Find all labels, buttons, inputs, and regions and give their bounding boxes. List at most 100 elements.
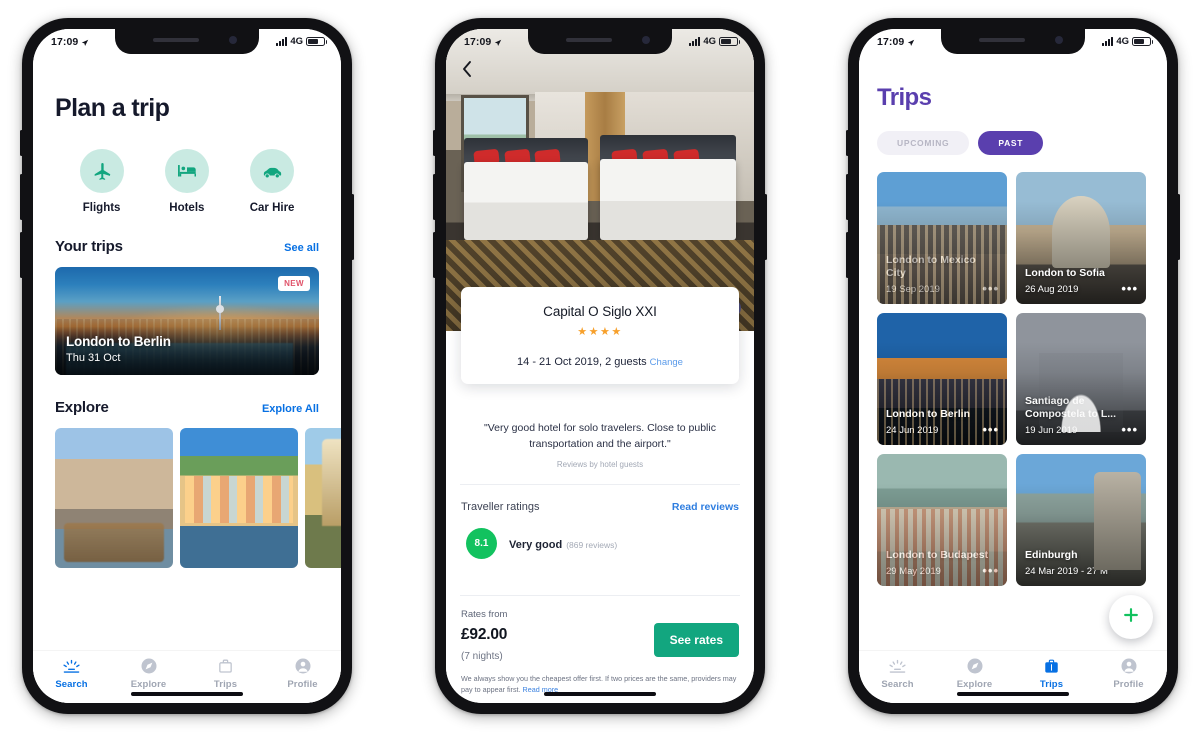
more-options-icon[interactable]: ••• xyxy=(982,282,999,295)
more-options-icon[interactable]: ••• xyxy=(1121,282,1138,295)
your-trips-header: Your trips See all xyxy=(55,238,319,255)
mute-switch[interactable] xyxy=(20,130,23,156)
ratings-title: Traveller ratings xyxy=(461,501,540,513)
tab-explore[interactable]: Explore xyxy=(110,657,187,690)
tab-search[interactable]: Search xyxy=(33,657,110,690)
explore-card[interactable] xyxy=(180,428,298,568)
phone-2-frame: 1/129 17:09 4G xyxy=(433,18,767,714)
quick-action-flights[interactable]: Flights xyxy=(59,149,144,214)
tab-profile[interactable]: Profile xyxy=(1090,657,1167,690)
section-title: Your trips xyxy=(55,238,123,255)
volume-up-button[interactable] xyxy=(20,174,23,220)
card-gradient-overlay xyxy=(877,454,1007,586)
tab-label: Trips xyxy=(213,679,238,690)
person-icon xyxy=(1120,657,1138,675)
page-title: Trips xyxy=(877,84,932,111)
phone-3-frame: 17:09 4G Trips UPCOMING PAST London to M… xyxy=(846,18,1180,714)
trip-date: Thu 31 Oct xyxy=(66,352,121,364)
phone-3-screen: 17:09 4G Trips UPCOMING PAST London to M… xyxy=(859,29,1167,703)
front-camera xyxy=(1055,36,1063,44)
rating-score-badge: 8.1 xyxy=(466,528,497,559)
signal-icon xyxy=(276,37,288,46)
change-link[interactable]: Change xyxy=(650,357,683,368)
card-gradient-overlay xyxy=(877,313,1007,445)
tab-trips[interactable]: Trips xyxy=(187,657,264,690)
trip-hero-card[interactable]: NEW London to Berlin Thu 31 Oct xyxy=(55,267,319,375)
quick-action-car-hire[interactable]: Car Hire xyxy=(229,149,314,214)
volume-up-button[interactable] xyxy=(433,174,436,220)
home-indicator[interactable] xyxy=(544,692,656,696)
home-indicator[interactable] xyxy=(957,692,1069,696)
volume-down-button[interactable] xyxy=(846,232,849,278)
see-rates-button[interactable]: See rates xyxy=(653,623,739,657)
explore-card[interactable] xyxy=(305,428,341,568)
tab-label: Explore xyxy=(956,679,993,690)
compass-icon xyxy=(140,657,158,675)
power-button[interactable] xyxy=(1177,194,1180,260)
sun-search-icon xyxy=(62,657,81,675)
segment-past[interactable]: PAST xyxy=(978,131,1044,155)
tab-trips[interactable]: Trips xyxy=(1013,657,1090,690)
divider xyxy=(460,595,740,596)
earpiece-speaker xyxy=(566,38,612,42)
trip-name: London to Mexico City xyxy=(886,253,976,279)
hotel-photo[interactable]: 1/129 xyxy=(446,29,754,331)
segment-upcoming[interactable]: UPCOMING xyxy=(877,131,970,155)
front-camera xyxy=(229,36,237,44)
battery-icon xyxy=(1132,36,1154,47)
add-trip-button[interactable] xyxy=(1109,595,1153,639)
notch xyxy=(941,29,1085,54)
rates-section: Rates from £92.00 (7 nights) See rates W… xyxy=(461,609,739,695)
trip-card[interactable]: London to Budapest 29 May 2019 ••• xyxy=(877,454,1007,586)
person-icon xyxy=(294,657,312,675)
see-all-link[interactable]: See all xyxy=(284,242,319,254)
battery-icon xyxy=(306,36,328,47)
home-indicator[interactable] xyxy=(131,692,243,696)
traveller-ratings-section: Traveller ratings Read reviews 8.1 Very … xyxy=(461,501,739,559)
read-reviews-link[interactable]: Read reviews xyxy=(672,501,739,513)
trip-card[interactable]: London to Sofia 26 Aug 2019 ••• xyxy=(1016,172,1146,304)
quick-action-label: Car Hire xyxy=(249,202,295,214)
status-badge: NEW xyxy=(278,276,310,291)
more-options-icon[interactable]: ••• xyxy=(982,564,999,577)
divider xyxy=(460,484,740,485)
phone-1-frame: 17:09 4G Plan a trip Flights Hotels Car … xyxy=(20,18,354,714)
tab-label: Profile xyxy=(1113,679,1144,690)
tab-profile[interactable]: Profile xyxy=(264,657,341,690)
quick-action-label: Flights xyxy=(82,202,121,214)
trip-name: London to Sofia xyxy=(1025,266,1105,279)
trip-name: London to Berlin xyxy=(66,334,171,349)
star-rating: ★★★★ xyxy=(577,326,623,338)
more-options-icon[interactable]: ••• xyxy=(1121,423,1138,436)
quick-action-hotels[interactable]: Hotels xyxy=(144,149,229,214)
tab-search[interactable]: Search xyxy=(859,657,936,690)
quick-actions: Flights Hotels Car Hire xyxy=(55,149,319,214)
volume-down-button[interactable] xyxy=(433,232,436,278)
tab-explore[interactable]: Explore xyxy=(936,657,1013,690)
compass-icon xyxy=(966,657,984,675)
power-button[interactable] xyxy=(351,194,354,260)
trip-card[interactable]: Santiago de Compostela to L... 19 Jun 20… xyxy=(1016,313,1146,445)
battery-icon xyxy=(719,36,741,47)
trip-name: London to Budapest xyxy=(886,548,989,561)
guest-quote: "Very good hotel for solo travelers. Clo… xyxy=(484,422,716,450)
location-arrow-icon xyxy=(81,38,89,46)
photo-bed-art xyxy=(600,158,736,241)
mute-switch[interactable] xyxy=(433,130,436,156)
explore-card[interactable] xyxy=(55,428,173,568)
tab-label: Search xyxy=(55,679,88,690)
explore-all-link[interactable]: Explore All xyxy=(262,403,319,415)
photo-bed-art xyxy=(464,161,588,241)
back-chevron-icon[interactable] xyxy=(461,60,473,83)
more-options-icon[interactable]: ••• xyxy=(982,423,999,436)
power-button[interactable] xyxy=(764,194,767,260)
trip-card[interactable]: London to Berlin 24 Jun 2019 ••• xyxy=(877,313,1007,445)
explore-carousel[interactable] xyxy=(55,428,341,568)
volume-down-button[interactable] xyxy=(20,232,23,278)
bag-icon xyxy=(1043,657,1060,675)
trip-card[interactable]: London to Mexico City 19 Sep 2019 ••• xyxy=(877,172,1007,304)
mute-switch[interactable] xyxy=(846,130,849,156)
trip-card[interactable]: Edinburgh 24 Mar 2019 - 27 M xyxy=(1016,454,1146,586)
dates-guests-row: 14 - 21 Oct 2019, 2 guests Change xyxy=(475,356,725,368)
volume-up-button[interactable] xyxy=(846,174,849,220)
